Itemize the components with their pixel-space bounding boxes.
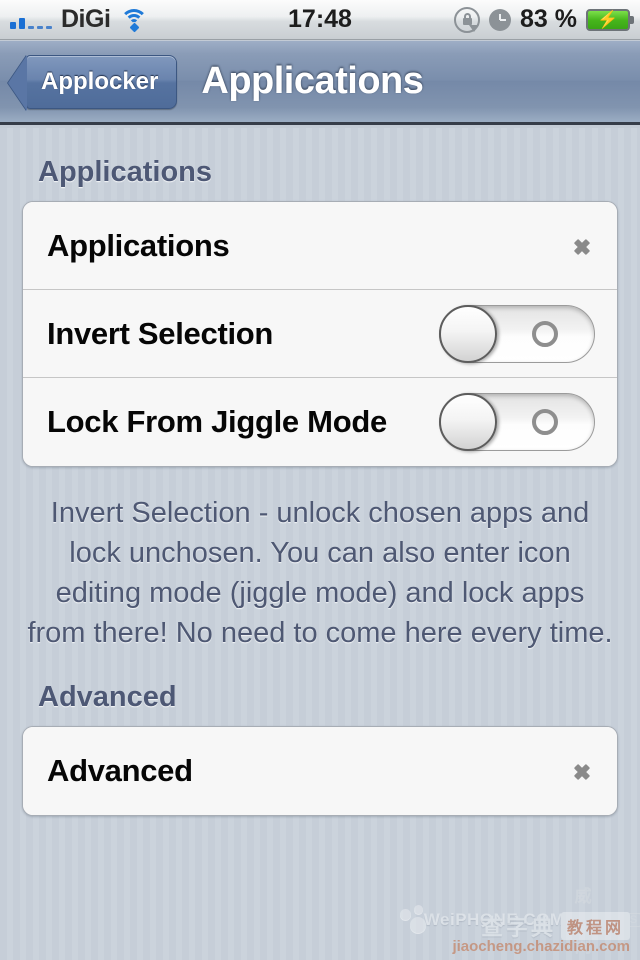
status-bar-clock: 17:48 [288,5,352,33]
section-header-advanced: Advanced [38,681,177,713]
settings-group-applications: Applications Invert Selection Lock From … [22,201,618,467]
chevron-right-icon [574,231,591,261]
row-lock-from-jiggle-mode[interactable]: Lock From Jiggle Mode [23,378,617,466]
row-label: Advanced [47,753,193,788]
page-title: Applications [201,60,424,102]
row-applications[interactable]: Applications [23,202,617,290]
row-accessory [574,231,595,261]
toggle-knob[interactable] [439,393,497,451]
chazidian-tutorial-badge: 教程网 [560,912,630,940]
row-accessory [574,756,595,786]
battery-charging-icon: ⚡ [586,8,634,31]
toggle-off-mark-icon [532,409,558,435]
section-header-applications: Applications [38,156,213,188]
watermark-overlay: WeiPHONE.COM 威锋网 iOS 查字典 教程网 jiaocheng.c… [400,878,640,956]
row-accessory [439,304,595,363]
status-bar: DiGi 17:48 83 % ⚡ [0,0,640,40]
toggle-knob[interactable] [439,304,497,363]
row-advanced[interactable]: Advanced [23,727,617,815]
row-label: Lock From Jiggle Mode [47,404,387,439]
invert-selection-toggle[interactable] [439,304,595,363]
row-label: Invert Selection [47,315,274,351]
row-invert-selection[interactable]: Invert Selection [23,290,617,378]
toggle-off-mark-icon [532,320,558,347]
row-label: Applications [47,227,230,263]
settings-content: Applications Applications Invert Selecti… [0,128,640,816]
section-footer-applications: Invert Selection - unlock chosen apps an… [27,497,613,649]
row-accessory [439,393,595,451]
charging-bolt-icon: ⚡ [597,10,619,29]
weiphone-logo-icon [400,904,426,935]
chevron-right-icon [574,756,591,786]
back-button-label: Applocker [41,67,159,95]
rotation-lock-icon [454,6,481,33]
alarm-clock-icon [489,8,512,31]
navigation-bar: Applocker Applications [0,41,640,125]
back-button[interactable]: Applocker [26,54,178,109]
lock-from-jiggle-mode-toggle[interactable] [439,393,595,451]
chazidian-url: jiaocheng.chazidian.com [452,938,630,955]
settings-group-advanced: Advanced [22,726,618,816]
